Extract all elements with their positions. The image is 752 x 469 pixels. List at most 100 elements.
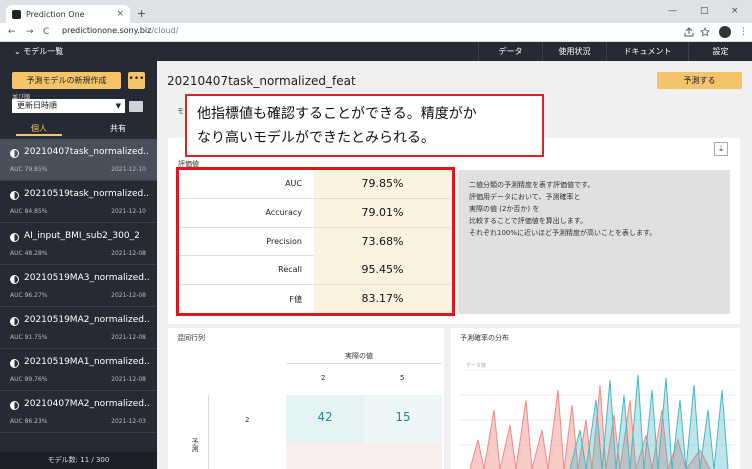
model-type-icon xyxy=(10,359,19,368)
model-date: 2021-12-08 xyxy=(111,334,146,341)
distribution-title: 予測確率の分布 xyxy=(460,334,509,342)
model-auc: AUC 84.85% xyxy=(10,208,48,215)
distribution-chart xyxy=(460,370,736,469)
model-auc: AUC 79.85% xyxy=(10,166,48,173)
new-tab-button[interactable]: + xyxy=(137,7,146,20)
browser-chrome: Prediction One × + — □ × ← → C predictio… xyxy=(0,0,752,42)
description-line: 比較することで評価値を算出します。 xyxy=(469,217,588,225)
model-item[interactable]: 20210407MA2_normalized... AUC 86.23% 202… xyxy=(0,391,157,433)
menu-settings[interactable]: 設定 xyxy=(688,42,752,61)
new-folder-icon[interactable] xyxy=(129,101,143,112)
browser-menu-icon[interactable]: ⋮ xyxy=(739,27,748,37)
address-bar-row: ← → C predictionone.sony.biz/cloud/ ⋮ xyxy=(0,23,752,42)
model-count: モデル数: 11 / 300 xyxy=(0,452,157,469)
url-host: predictionone.sony.biz xyxy=(62,26,152,35)
confusion-title: 混同行列 xyxy=(177,334,205,342)
tab-close-icon[interactable]: × xyxy=(116,9,124,19)
description-line: それぞれ100%に近いほど予測精度が高いことを表します。 xyxy=(469,229,657,237)
model-item[interactable]: AI_input_BMI_sub2_300_2 AUC 48.28% 2021-… xyxy=(0,223,157,265)
star-icon[interactable] xyxy=(700,27,710,37)
predict-button[interactable]: 予測する xyxy=(657,72,742,89)
model-type-icon xyxy=(10,233,19,242)
model-name: 20210519task_normalized... xyxy=(24,189,149,199)
minimize-icon[interactable]: — xyxy=(668,6,677,16)
metrics-description: 二値分類の予測精度を表す評価値です。 評価用データにおいて、予測確率と 実際の値… xyxy=(458,170,730,314)
url-field[interactable]: predictionone.sony.biz/cloud/ xyxy=(62,26,178,35)
model-auc: AUC 48.28% xyxy=(10,250,48,257)
highlight-box xyxy=(176,167,455,316)
matrix-cell: 42 xyxy=(317,410,333,424)
model-name: 20210407MA2_normalized... xyxy=(24,399,149,409)
callout-line: なり高いモデルができたとみられる。 xyxy=(197,130,435,146)
callout-line: 他指標値も確認することができる。精度がか xyxy=(197,106,477,122)
model-list-toggle[interactable]: ⌄ モデル一覧 xyxy=(14,46,63,57)
download-icon[interactable]: ⤓ xyxy=(714,142,728,156)
chevron-down-icon: ⌄ xyxy=(14,47,21,56)
model-type-icon xyxy=(10,191,19,200)
description-line: 評価用データにおいて、予測確率と xyxy=(469,193,581,201)
model-item[interactable]: 20210519MA3_normalized... AUC 96.27% 202… xyxy=(0,265,157,307)
sort-value: 更新日時順 xyxy=(17,101,57,110)
back-icon[interactable]: ← xyxy=(8,27,16,37)
model-type-icon xyxy=(10,275,19,284)
menu-data[interactable]: データ xyxy=(478,42,542,61)
sort-select[interactable]: 更新日時順 ▼ xyxy=(12,99,125,113)
model-item[interactable]: 20210519MA2_normalized... AUC 91.75% 202… xyxy=(0,307,157,349)
divider xyxy=(208,395,209,469)
description-line: 二値分類の予測精度を表す評価値です。 xyxy=(469,181,595,189)
col-header: 2 xyxy=(321,374,326,382)
model-auc: AUC 89.76% xyxy=(10,376,48,383)
model-list-label: モデル一覧 xyxy=(23,47,64,56)
model-item[interactable]: 20210407task_normalized... AUC 79.85% 20… xyxy=(0,139,157,181)
tab-personal[interactable]: 個人 xyxy=(16,123,62,136)
menu-usage[interactable]: 使用状況 xyxy=(542,42,606,61)
app-top-bar: ⌄ モデル一覧 データ 使用状況 ドキュメント 設定 xyxy=(0,42,752,61)
model-date: 2021-12-10 xyxy=(111,208,146,215)
browser-tab[interactable]: Prediction One × xyxy=(6,5,130,23)
window-close-icon[interactable]: × xyxy=(731,6,739,16)
tab-shared[interactable]: 共有 xyxy=(95,123,141,136)
model-name: AI_input_BMI_sub2_300_2 xyxy=(24,231,140,241)
model-item[interactable]: 20210519task_normalized... AUC 84.85% 20… xyxy=(0,181,157,223)
distribution-ylabel: データ数 xyxy=(466,363,487,369)
subtab-partial[interactable]: モ xyxy=(177,106,184,116)
model-list: 20210407task_normalized... AUC 79.85% 20… xyxy=(0,139,157,433)
profile-avatar[interactable] xyxy=(719,26,731,38)
model-date: 2021-12-08 xyxy=(111,376,146,383)
new-model-button[interactable]: 予測モデルの新規作成 xyxy=(12,72,121,89)
col-header: 5 xyxy=(400,374,405,382)
matrix-cell: 15 xyxy=(395,410,411,424)
annotation-callout: 他指標値も確認することができる。精度がか なり高いモデルができたとみられる。 xyxy=(185,94,544,157)
model-date: 2021-12-10 xyxy=(111,166,146,173)
share-icon[interactable] xyxy=(684,27,694,37)
predicted-label: 予測 xyxy=(191,438,199,452)
model-item[interactable]: 20210519MA1_normalized... AUC 89.76% 202… xyxy=(0,349,157,391)
model-type-icon xyxy=(10,149,19,158)
chevron-down-icon: ▼ xyxy=(115,102,121,110)
page-title: 20210407task_normalized_feat xyxy=(167,74,356,88)
model-auc: AUC 91.75% xyxy=(10,334,48,341)
model-name: 20210407task_normalized... xyxy=(24,147,149,157)
model-type-icon xyxy=(10,401,19,410)
actual-value-label: 実際の値 xyxy=(345,352,373,360)
row-header: 2 xyxy=(245,416,250,424)
model-name: 20210519MA3_normalized... xyxy=(24,273,149,283)
forward-icon[interactable]: → xyxy=(26,27,34,37)
model-date: 2021-12-08 xyxy=(111,250,146,257)
maximize-icon[interactable]: □ xyxy=(700,6,709,16)
description-line: 実際の値 (2か否か) を xyxy=(469,205,540,213)
reload-icon[interactable]: C xyxy=(43,27,49,37)
distribution-series-teal xyxy=(569,374,729,469)
model-auc: AUC 86.23% xyxy=(10,418,48,425)
model-name: 20210519MA2_normalized... xyxy=(24,315,149,325)
more-options-button[interactable]: ••• xyxy=(128,72,145,89)
menu-documents[interactable]: ドキュメント xyxy=(606,42,688,61)
model-name: 20210519MA1_normalized... xyxy=(24,357,149,367)
favicon-icon xyxy=(12,9,21,19)
url-path: /cloud/ xyxy=(151,26,179,35)
model-date: 2021-12-08 xyxy=(111,292,146,299)
model-date: 2021-12-03 xyxy=(111,418,146,425)
model-auc: AUC 96.27% xyxy=(10,292,48,299)
model-type-icon xyxy=(10,317,19,326)
matrix-cell-bg xyxy=(286,443,442,469)
